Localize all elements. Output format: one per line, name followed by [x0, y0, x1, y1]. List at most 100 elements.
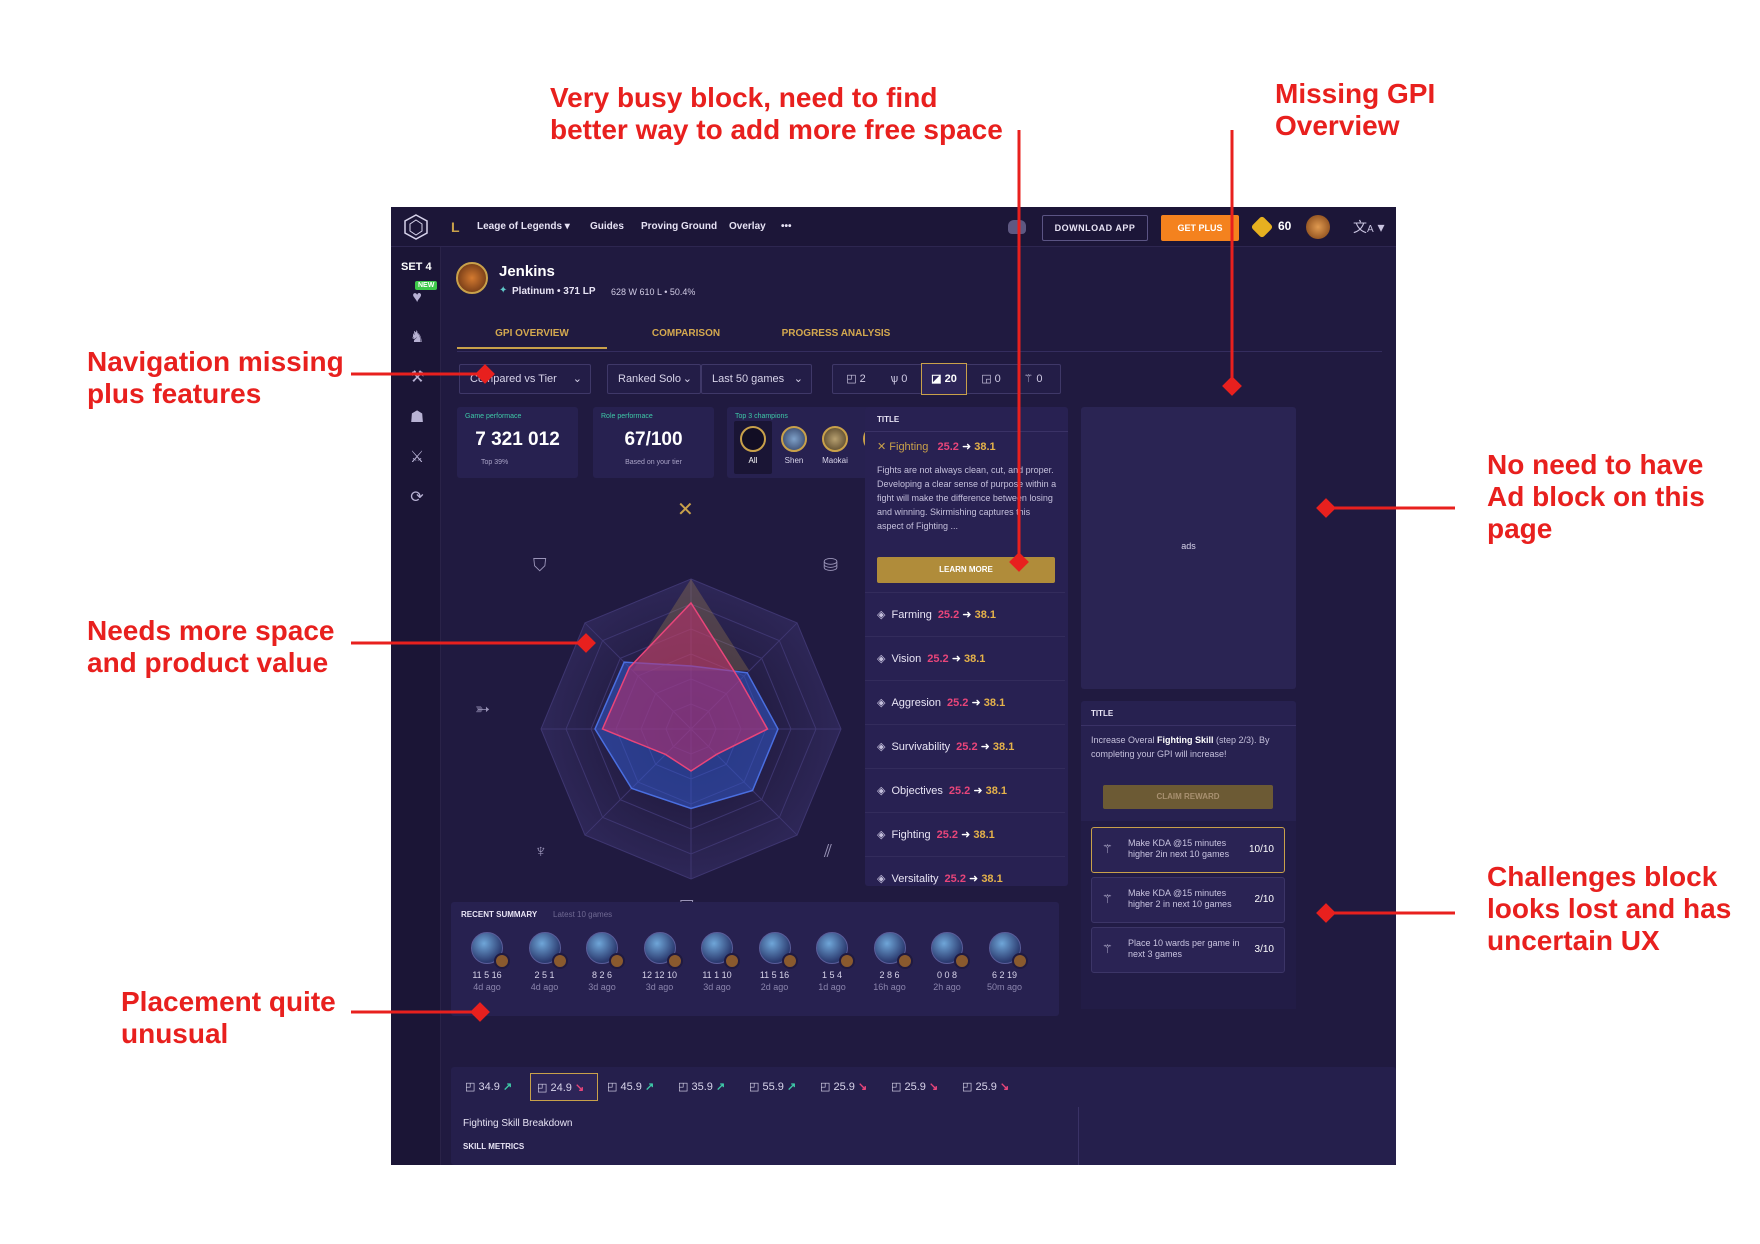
nav-guides[interactable]: Guides: [590, 221, 624, 232]
recent-game[interactable]: 11 1 10 3d ago: [689, 932, 745, 992]
farming-icon[interactable]: ⛁: [823, 555, 838, 576]
skill-row-survivability[interactable]: ◈ Survivability 25.2 ➜ 38.1: [865, 724, 1065, 768]
games-dropdown[interactable]: Last 50 games ⌄: [701, 364, 812, 394]
swap-icon[interactable]: ⟳: [406, 487, 428, 509]
skill-panel-title: TITLE: [877, 415, 900, 424]
recent-game[interactable]: 2 5 1 4d ago: [517, 932, 573, 992]
get-plus-button[interactable]: GET PLUS: [1161, 215, 1239, 241]
role-support-button[interactable]: ⚚ 0: [1013, 364, 1053, 394]
chip-value: 25.9: [904, 1081, 926, 1093]
challenge-item[interactable]: ⚚ Make KDA @15 minutes higher 2in next 10…: [1091, 827, 1285, 873]
game-ago: 3d ago: [645, 982, 674, 992]
metric-chip[interactable]: ◰ 34.9 ↗: [459, 1073, 527, 1101]
nav-overlay[interactable]: Overlay: [729, 221, 766, 232]
game-kda: 0 0 8: [936, 970, 958, 980]
recent-game[interactable]: 6 2 19 50m ago: [977, 932, 1033, 992]
game-selector[interactable]: Leage of Legends ▾: [477, 221, 570, 232]
skill-row-fighting[interactable]: ◈ Fighting 25.2 ➜ 38.1: [865, 812, 1065, 856]
avatar[interactable]: [1306, 215, 1330, 239]
tab-gpi-overview[interactable]: GPI OVERVIEW: [457, 319, 607, 349]
chevron-down-icon: ⌄: [682, 373, 692, 385]
mask-icon[interactable]: ☗: [406, 407, 428, 429]
set-label[interactable]: SET 4: [401, 261, 432, 273]
recent-game[interactable]: 0 0 8 2h ago: [919, 932, 975, 992]
annotation-challenges: Challenges block looks lost and has unce…: [1487, 861, 1732, 956]
fighting-skill-icon: ✕: [877, 441, 887, 453]
recent-game[interactable]: 8 2 6 3d ago: [574, 932, 630, 992]
game-ago: 2d ago: [760, 982, 789, 992]
farming-left-icon[interactable]: ➳: [475, 699, 490, 720]
recent-game[interactable]: 2 8 6 16h ago: [862, 932, 918, 992]
role-jungle-button[interactable]: ѱ 0: [879, 364, 919, 394]
game-kda: 2 5 1: [534, 970, 555, 980]
app-logo-icon[interactable]: [403, 214, 429, 240]
metric-chip[interactable]: ◰ 45.9 ↗: [601, 1073, 669, 1101]
trend-down-icon: ↘: [999, 1081, 1010, 1093]
role-jungle-count: 0: [901, 373, 908, 385]
skill-from: 25.2: [948, 785, 971, 797]
recent-game[interactable]: 11 5 16 2d ago: [747, 932, 803, 992]
item-icon: [1011, 953, 1028, 969]
game-ago: 50m ago: [986, 982, 1023, 992]
tools-icon[interactable]: ⚒: [406, 367, 428, 389]
queue-dropdown[interactable]: Ranked Solo ⌄: [607, 364, 701, 394]
tab-progress-analysis[interactable]: PROGRESS ANALYSIS: [761, 319, 911, 349]
skill-to: 38.1: [981, 873, 1003, 885]
translate-icon[interactable]: 文A ▾: [1353, 217, 1385, 237]
skill-panel-divider: [865, 431, 1068, 432]
helmet-icon[interactable]: ♞: [406, 327, 428, 349]
role-mid-button[interactable]: ◪ 20: [921, 363, 967, 395]
metric-chip[interactable]: ◰ 35.9 ↗: [672, 1073, 740, 1101]
champion-avatar: [643, 932, 683, 969]
recent-game[interactable]: 1 5 4 1d ago: [804, 932, 860, 992]
skill-row-vision[interactable]: ◈ Vision 25.2 ➜ 38.1: [865, 636, 1065, 680]
metric-chip[interactable]: ◰ 55.9 ↗: [743, 1073, 811, 1101]
objectives-icon[interactable]: ♆: [534, 841, 548, 862]
skill-name: Objectives: [891, 785, 943, 797]
chip-value: 55.9: [762, 1081, 784, 1093]
metric-chip[interactable]: ◰ 25.9 ↘: [885, 1073, 953, 1101]
champ-shen-button[interactable]: Shen: [775, 421, 813, 474]
nav-proving-ground[interactable]: Proving Ground: [641, 221, 717, 232]
skill-detail-panel: TITLE ✕ Fighting 25.2 ➜ 38.1 Fights are …: [865, 407, 1068, 886]
skill-name: Survivability: [891, 741, 951, 753]
profile-record: 628 W 610 L • 50.4%: [611, 287, 696, 297]
metric-chip[interactable]: ◰ 25.9 ↘: [814, 1073, 882, 1101]
discord-icon[interactable]: [1008, 220, 1026, 234]
compare-dropdown[interactable]: Compared vs Tier ⌄: [459, 364, 591, 394]
tab-comparison[interactable]: COMPARISON: [621, 319, 751, 349]
game-ago: 4d ago: [473, 982, 501, 992]
challenge-item[interactable]: ⚚ Make KDA @15 minutes higher 2 in next 1…: [1091, 877, 1285, 923]
claim-reward-button[interactable]: CLAIM REWARD: [1103, 785, 1273, 809]
champ-all-button[interactable]: All: [734, 421, 772, 474]
arrow-right-icon: ➜: [951, 653, 961, 665]
recent-game[interactable]: 11 5 16 4d ago: [459, 932, 515, 992]
arrow-right-icon: ➜: [969, 873, 979, 885]
download-app-button[interactable]: DOWNLOAD APP: [1042, 215, 1148, 241]
versatility-icon[interactable]: ⛉: [533, 555, 547, 576]
trend-up-icon: ↗: [715, 1081, 726, 1093]
fighting-icon[interactable]: ✕: [677, 497, 694, 522]
skill-row-versitality[interactable]: ◈ Versitality 25.2 ➜ 38.1: [865, 856, 1065, 900]
metric-chip[interactable]: ◰ 24.9 ↘: [530, 1073, 598, 1101]
skill-row-objectives[interactable]: ◈ Objectives 25.2 ➜ 38.1: [865, 768, 1065, 812]
featured-skill: ✕ Fighting 25.2 ➜ 38.1: [877, 440, 996, 453]
metric-chip[interactable]: ◰ 25.9 ↘: [956, 1073, 1024, 1101]
role-bot-button[interactable]: ◲ 0: [971, 364, 1011, 394]
heart-icon[interactable]: ♥: [406, 287, 428, 309]
challenge-item[interactable]: ⚚ Place 10 wards per game in next 3 games…: [1091, 927, 1285, 973]
champ-all-icon: [740, 426, 766, 452]
champion-avatar: [816, 932, 855, 969]
metric-icon: ◰: [820, 1081, 831, 1093]
more-icon[interactable]: •••: [781, 221, 792, 232]
champ-shen-label: Shen: [784, 456, 804, 465]
recent-game[interactable]: 12 12 10 3d ago: [632, 932, 688, 992]
skill-row-aggresion[interactable]: ◈ Aggresion 25.2 ➜ 38.1: [865, 680, 1065, 724]
aggression-icon[interactable]: ⫽: [824, 841, 832, 862]
learn-more-button[interactable]: LEARN MORE: [877, 557, 1055, 583]
skill-row-farming[interactable]: ◈ Farming 25.2 ➜ 38.1: [865, 592, 1065, 636]
champ-maokai-button[interactable]: Maokai: [816, 421, 854, 474]
role-top-button[interactable]: ◰ 2: [836, 364, 876, 394]
sword-icon[interactable]: ⚔: [406, 447, 428, 469]
challenge-divider: [1081, 725, 1296, 726]
